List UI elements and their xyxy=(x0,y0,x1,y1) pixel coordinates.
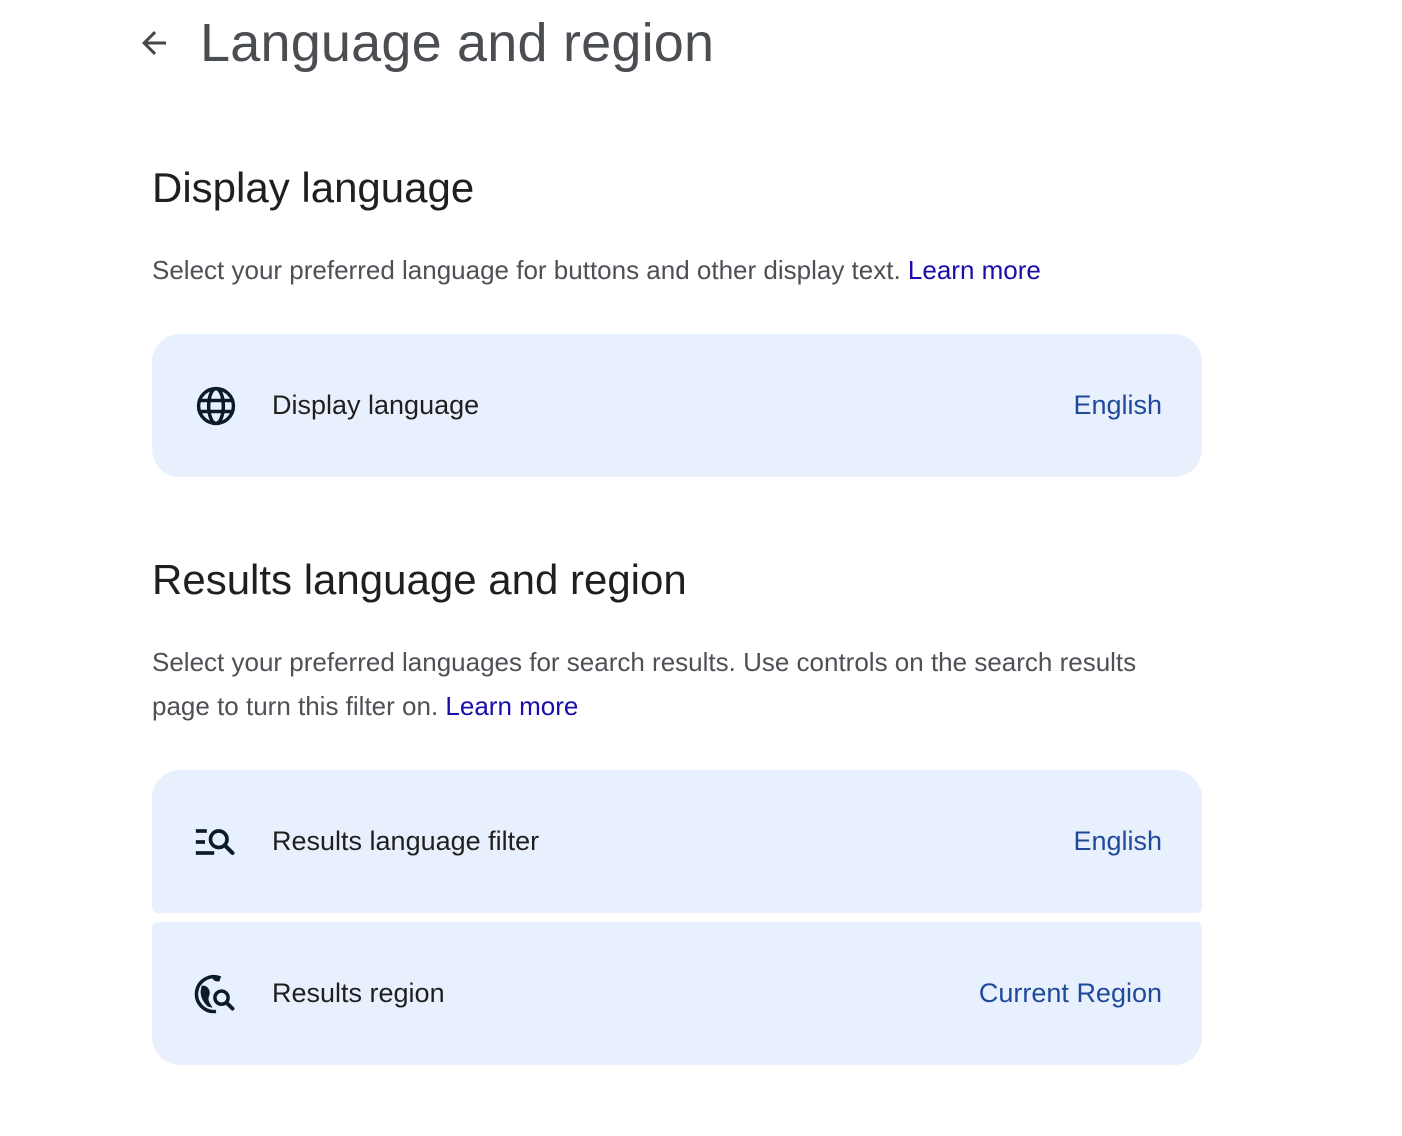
item-label: Results region xyxy=(272,978,445,1008)
results-region-item[interactable]: Results region Current Region xyxy=(152,922,1202,1065)
section-description: Select your preferred languages for sear… xyxy=(152,640,1152,728)
globe-search-icon xyxy=(194,972,238,1016)
filter-search-icon xyxy=(194,820,238,864)
display-language-card-group: Display language English xyxy=(152,334,1202,477)
item-value: English xyxy=(1073,390,1162,420)
display-language-item[interactable]: Display language English xyxy=(152,334,1202,477)
description-text: Select your preferred languages for sear… xyxy=(152,647,1137,722)
results-section: Results language and region Select your … xyxy=(152,556,1202,728)
section-description: Select your preferred language for butto… xyxy=(152,248,1202,292)
back-arrow-icon xyxy=(142,31,166,55)
page-header: Language and region xyxy=(132,8,714,78)
learn-more-link[interactable]: Learn more xyxy=(908,255,1041,285)
results-card-group: Results language filter English Results … xyxy=(152,770,1202,1065)
item-label: Results language filter xyxy=(272,826,540,856)
section-title-results-language-region: Results language and region xyxy=(152,556,687,603)
item-value: Current Region xyxy=(978,978,1162,1008)
page-title: Language and region xyxy=(200,13,715,73)
section-title-display-language: Display language xyxy=(152,164,475,211)
display-language-section: Display language Select your preferred l… xyxy=(152,164,1202,292)
results-language-filter-item[interactable]: Results language filter English xyxy=(152,770,1202,913)
item-divider xyxy=(152,913,1202,922)
globe-icon xyxy=(194,384,238,428)
item-label: Display language xyxy=(272,390,480,420)
back-button[interactable] xyxy=(132,21,176,65)
description-text: Select your preferred language for butto… xyxy=(152,255,901,286)
learn-more-link[interactable]: Learn more xyxy=(445,691,578,721)
item-value: English xyxy=(1073,826,1162,856)
